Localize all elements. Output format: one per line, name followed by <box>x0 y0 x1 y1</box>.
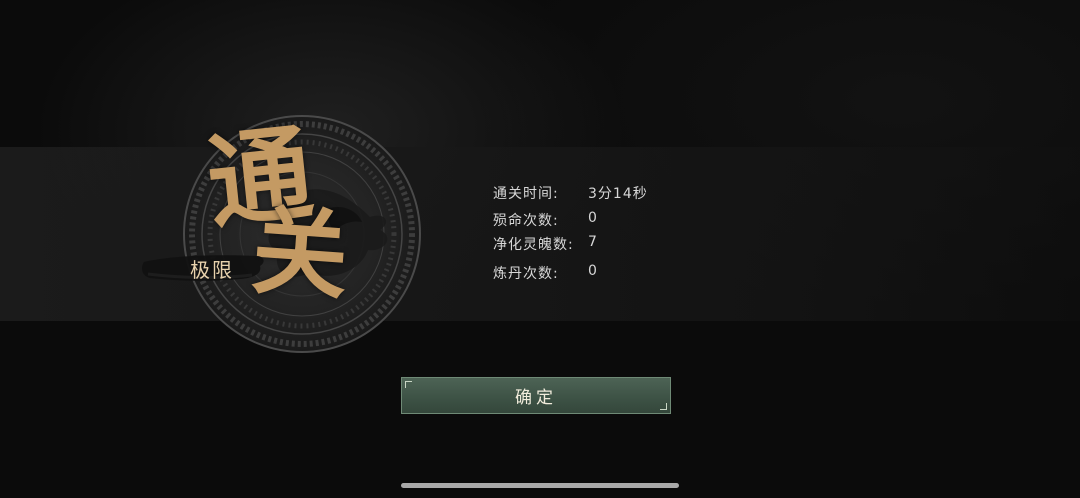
stat-value: 0 <box>588 263 598 279</box>
stat-value: 7 <box>588 234 598 250</box>
difficulty-label: 极限 <box>190 258 234 282</box>
home-indicator[interactable] <box>401 483 679 488</box>
stat-row-purified-souls: 净化灵魄数: 7 <box>493 234 753 260</box>
stat-label: 炼丹次数: <box>493 266 559 282</box>
stat-value: 3分14秒 <box>588 186 648 202</box>
stat-label: 净化灵魄数: <box>493 237 574 253</box>
stat-row-alchemy-count: 炼丹次数: 0 <box>493 260 753 287</box>
corner-bracket-icon <box>405 381 412 388</box>
stats-list: 通关时间: 3分14秒 殒命次数: 0 净化灵魄数: 7 炼丹次数: 0 <box>493 180 753 287</box>
result-screen: 通 关 极限 通关时间: 3分14秒 殒命次数: 0 净化灵魄数: 7 炼丹次数… <box>0 0 1080 498</box>
stat-row-deaths: 殒命次数: 0 <box>493 207 753 234</box>
confirm-button[interactable]: 确定 <box>401 377 671 414</box>
stat-row-clear-time: 通关时间: 3分14秒 <box>493 180 753 207</box>
confirm-button-label: 确定 <box>515 388 557 408</box>
stat-label: 通关时间: <box>493 186 559 202</box>
stat-value: 0 <box>588 210 598 226</box>
corner-bracket-icon <box>660 403 667 410</box>
stat-label: 殒命次数: <box>493 213 559 229</box>
